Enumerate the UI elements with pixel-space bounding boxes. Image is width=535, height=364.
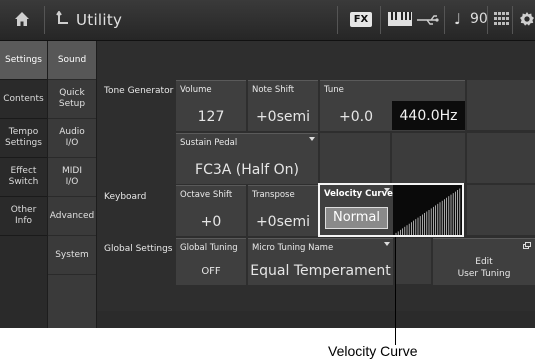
subtab-audio-io[interactable]: Audio I/O bbox=[48, 119, 96, 158]
note-shift-field[interactable]: Note Shift +0semi bbox=[248, 80, 318, 131]
screen: Utility FX ♩ 90 Settings Contents Tempo … bbox=[0, 0, 535, 328]
sustain-pedal-value: FC3A (Half On) bbox=[195, 162, 299, 178]
chevron-down-icon bbox=[384, 242, 390, 246]
main-menu: Settings Contents Tempo Settings Effect … bbox=[0, 41, 47, 328]
chevron-down-icon bbox=[309, 137, 315, 141]
edit-user-tuning-button[interactable]: Edit User Tuning bbox=[433, 238, 535, 285]
subtab-quick-setup[interactable]: Quick Setup bbox=[48, 80, 96, 119]
velocity-curve-value: Normal bbox=[325, 207, 388, 229]
tune-value: +0.0 bbox=[339, 109, 373, 125]
sustain-pedal-field[interactable]: Sustain Pedal FC3A (Half On) bbox=[176, 133, 318, 184]
window-icon bbox=[523, 242, 531, 249]
section-keyboard: Keyboard bbox=[104, 192, 147, 202]
section-global-settings: Global Settings bbox=[104, 244, 173, 254]
velocity-curve-field[interactable]: Velocity Curve Normal bbox=[318, 183, 464, 237]
callout-line bbox=[395, 237, 396, 345]
empty-cell bbox=[467, 185, 535, 235]
page-title: Utility bbox=[76, 11, 123, 29]
volume-value: 127 bbox=[197, 109, 225, 125]
subtab-advanced[interactable]: Advanced bbox=[48, 197, 96, 236]
micro-tuning-name-value: Equal Temperament bbox=[250, 263, 391, 279]
tab-settings[interactable]: Settings bbox=[0, 41, 47, 80]
octave-shift-field[interactable]: Octave Shift +0 bbox=[176, 185, 246, 236]
grid-icon[interactable] bbox=[494, 12, 510, 26]
sub-menu: Sound Quick Setup Audio I/O MIDI I/O Adv… bbox=[48, 41, 96, 328]
tab-other-info[interactable]: Other Info bbox=[0, 197, 47, 236]
micro-tuning-name-field[interactable]: Micro Tuning Name Equal Temperament bbox=[248, 238, 393, 285]
fx-badge[interactable]: FX bbox=[350, 12, 372, 27]
empty-cell bbox=[395, 238, 431, 284]
octave-shift-value: +0 bbox=[200, 214, 222, 230]
tab-tempo-settings[interactable]: Tempo Settings bbox=[0, 119, 47, 158]
subtab-system[interactable]: System bbox=[48, 236, 96, 275]
usb-icon bbox=[417, 15, 439, 25]
empty-cell bbox=[467, 80, 535, 130]
keyboard-icon bbox=[388, 12, 412, 26]
tempo-value[interactable]: 90 bbox=[470, 11, 488, 27]
empty-cell bbox=[392, 133, 465, 183]
empty-cell bbox=[320, 133, 390, 183]
utility-icon bbox=[56, 11, 68, 24]
global-tuning-value: OFF bbox=[201, 266, 221, 277]
note-icon: ♩ bbox=[454, 10, 462, 28]
subtab-midi-io[interactable]: MIDI I/O bbox=[48, 158, 96, 197]
velocity-curve-graph bbox=[393, 185, 462, 235]
transpose-field[interactable]: Transpose +0semi bbox=[248, 185, 318, 236]
subtab-sound[interactable]: Sound bbox=[48, 41, 96, 80]
footer-bar bbox=[97, 311, 535, 328]
home-button[interactable] bbox=[0, 0, 44, 40]
gear-icon[interactable] bbox=[520, 10, 534, 28]
global-tuning-field[interactable]: Global Tuning OFF bbox=[176, 238, 246, 285]
volume-field[interactable]: Volume 127 bbox=[176, 80, 246, 131]
section-tone-generator: Tone Generator bbox=[104, 86, 174, 96]
top-bar: Utility FX ♩ 90 bbox=[0, 0, 535, 41]
note-shift-value: +0semi bbox=[255, 109, 311, 125]
empty-cell bbox=[467, 133, 535, 183]
tab-effect-switch[interactable]: Effect Switch bbox=[0, 158, 47, 197]
transpose-value: +0semi bbox=[255, 214, 311, 230]
tab-contents[interactable]: Contents bbox=[0, 80, 47, 119]
home-icon bbox=[15, 12, 29, 26]
chevron-down-icon bbox=[384, 188, 390, 192]
tune-hz-readout: 440.0Hz bbox=[392, 101, 465, 130]
callout-label: Velocity Curve bbox=[328, 343, 418, 359]
settings-panel: Tone Generator Volume 127 Note Shift +0s… bbox=[97, 41, 535, 328]
